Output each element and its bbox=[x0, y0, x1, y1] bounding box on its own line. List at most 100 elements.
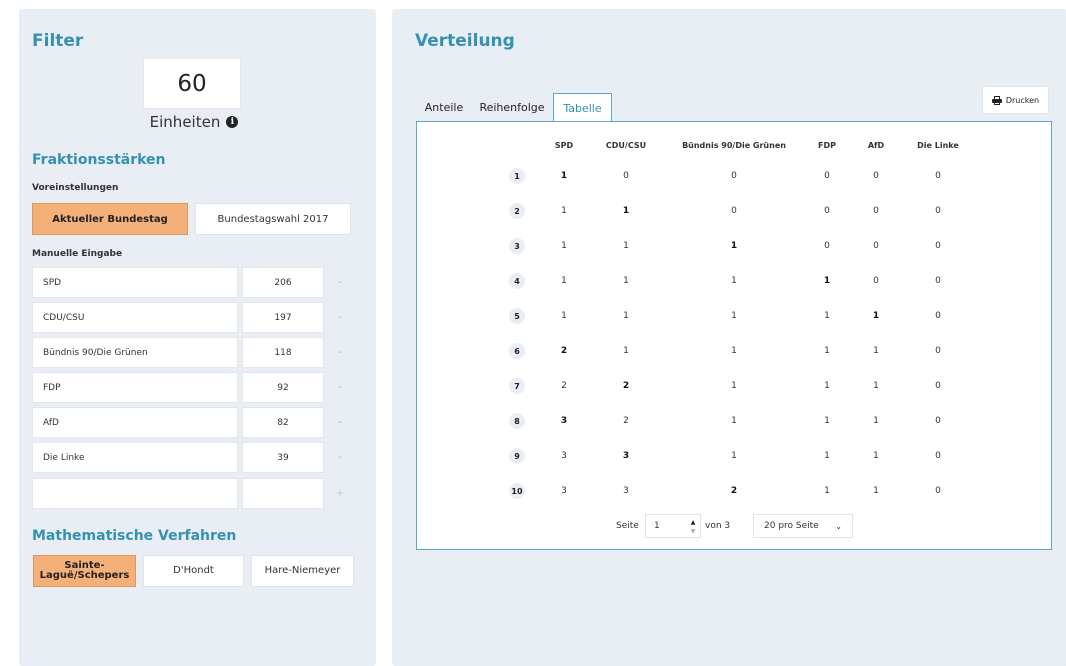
party-seats-input[interactable]: 92 bbox=[242, 372, 324, 403]
new-party-seats-input[interactable] bbox=[242, 478, 324, 509]
table-cell: 1 bbox=[560, 171, 568, 181]
column-header: FDP bbox=[818, 141, 836, 150]
party-name-input[interactable]: CDU/CSU bbox=[32, 302, 238, 333]
table-cell: 0 bbox=[731, 206, 737, 216]
table-cell: 1 bbox=[824, 311, 830, 321]
filter-title: Filter bbox=[32, 31, 84, 51]
table-cell: 0 bbox=[824, 206, 830, 216]
party-name-input[interactable]: FDP bbox=[32, 372, 238, 403]
table-cell: 0 bbox=[873, 276, 879, 286]
print-label: Drucken bbox=[1005, 95, 1040, 105]
tab-anteile[interactable]: Anteile bbox=[420, 93, 468, 121]
table-cell: 1 bbox=[872, 311, 880, 321]
remove-party-button[interactable]: - bbox=[331, 302, 349, 333]
page-stepper[interactable]: ▲ ▼ bbox=[689, 518, 697, 536]
party-seats-input[interactable]: 118 bbox=[242, 337, 324, 368]
table-cell: 1 bbox=[622, 206, 630, 216]
table-cell: 1 bbox=[730, 241, 738, 251]
table-cell: 2 bbox=[623, 416, 629, 426]
printer-icon bbox=[991, 95, 1002, 105]
column-header: CDU/CSU bbox=[605, 141, 647, 150]
remove-party-button[interactable]: - bbox=[331, 267, 349, 298]
row-number-badge: 7 bbox=[509, 378, 525, 394]
row-number-badge: 3 bbox=[509, 238, 525, 254]
table-cell: 3 bbox=[622, 451, 630, 461]
remove-party-button[interactable]: - bbox=[331, 372, 349, 403]
caret-up-icon[interactable]: ▲ bbox=[689, 518, 697, 527]
table-cell: 1 bbox=[561, 311, 567, 321]
remove-party-button[interactable]: - bbox=[331, 442, 349, 473]
units-input[interactable]: 60 bbox=[143, 58, 241, 109]
remove-party-button[interactable]: - bbox=[331, 407, 349, 438]
fraktion-title: Fraktionsstärken bbox=[32, 152, 166, 168]
pagination: Seite 1 ▲ ▼ von 3 20 pro Seite ⌄ bbox=[417, 514, 1053, 540]
party-seats-input[interactable]: 82 bbox=[242, 407, 324, 438]
table-cell: 1 bbox=[623, 241, 629, 251]
seat-table: SPD CDU/CSU Bündnis 90/Die Grünen FDP Af… bbox=[416, 121, 1052, 550]
table-cell: 1 bbox=[731, 381, 737, 391]
caret-down-icon[interactable]: ▼ bbox=[689, 527, 697, 536]
remove-party-button[interactable]: - bbox=[331, 337, 349, 368]
filter-panel: Filter 60 Einheiten i Fraktionsstärken V… bbox=[19, 9, 376, 666]
page-number-input[interactable]: 1 ▲ ▼ bbox=[645, 514, 701, 538]
table-cell: 1 bbox=[873, 381, 879, 391]
preset-aktueller-bundestag-button[interactable]: Aktueller Bundestag bbox=[32, 203, 188, 235]
page-count-label: von 3 bbox=[705, 521, 731, 531]
table-cell: 1 bbox=[731, 276, 737, 286]
new-party-name-input[interactable] bbox=[32, 478, 238, 509]
method-dhondt-button[interactable]: D'Hondt bbox=[143, 555, 244, 587]
method-hare-niemeyer-button[interactable]: Hare-Niemeyer bbox=[251, 555, 354, 587]
units-label-row: Einheiten i bbox=[119, 113, 269, 131]
table-cell: 0 bbox=[873, 171, 879, 181]
table-cell: 0 bbox=[873, 206, 879, 216]
party-name-input[interactable]: Bündnis 90/Die Grünen bbox=[32, 337, 238, 368]
table-cell: 3 bbox=[623, 486, 629, 496]
party-seats-input[interactable]: 197 bbox=[242, 302, 324, 333]
page-size-select[interactable]: 20 pro Seite ⌄ bbox=[753, 514, 853, 538]
tab-tabelle[interactable]: Tabelle bbox=[553, 93, 612, 122]
table-cell: 1 bbox=[561, 206, 567, 216]
party-name-input[interactable]: SPD bbox=[32, 267, 238, 298]
method-title: Mathematische Verfahren bbox=[32, 528, 237, 544]
table-cell: 1 bbox=[873, 416, 879, 426]
distribution-title: Verteilung bbox=[415, 31, 515, 51]
units-label: Einheiten bbox=[149, 113, 221, 131]
distribution-panel: Verteilung Anteile Reihenfolge Tabelle D… bbox=[392, 9, 1066, 666]
table-cell: 0 bbox=[824, 171, 830, 181]
table-cell: 1 bbox=[824, 451, 830, 461]
table-cell: 1 bbox=[824, 416, 830, 426]
add-party-button[interactable]: + bbox=[331, 478, 349, 509]
row-number-badge: 2 bbox=[509, 203, 525, 219]
preset-bundestagswahl-2017-button[interactable]: Bundestagswahl 2017 bbox=[195, 203, 351, 235]
info-icon[interactable]: i bbox=[226, 116, 239, 128]
row-number-badge: 6 bbox=[509, 343, 525, 359]
table-cell: 2 bbox=[560, 346, 568, 356]
app: Filter 60 Einheiten i Fraktionsstärken V… bbox=[0, 0, 1066, 666]
table-cell: 0 bbox=[935, 171, 941, 181]
table-cell: 1 bbox=[623, 346, 629, 356]
table-cell: 0 bbox=[623, 171, 629, 181]
print-button[interactable]: Drucken bbox=[982, 86, 1049, 114]
party-name-input[interactable]: AfD bbox=[32, 407, 238, 438]
table-cell: 1 bbox=[731, 451, 737, 461]
table-cell: 0 bbox=[935, 381, 941, 391]
method-sainte-lague-button[interactable]: Sainte-Laguë/Schepers bbox=[33, 555, 136, 587]
table-cell: 1 bbox=[873, 451, 879, 461]
table-cell: 1 bbox=[731, 346, 737, 356]
table-cell: 2 bbox=[622, 381, 630, 391]
table-cell: 0 bbox=[935, 416, 941, 426]
table-cell: 0 bbox=[935, 346, 941, 356]
table-cell: 1 bbox=[731, 416, 737, 426]
party-name-input[interactable]: Die Linke bbox=[32, 442, 238, 473]
tab-reihenfolge[interactable]: Reihenfolge bbox=[476, 93, 548, 121]
row-number-badge: 8 bbox=[509, 413, 525, 429]
manual-label: Manuelle Eingabe bbox=[32, 249, 123, 259]
page-label: Seite bbox=[616, 521, 639, 531]
party-seats-input[interactable]: 39 bbox=[242, 442, 324, 473]
table-cell: 1 bbox=[623, 311, 629, 321]
row-number-badge: 9 bbox=[509, 448, 525, 464]
table-cell: 0 bbox=[935, 311, 941, 321]
row-number-badge: 5 bbox=[509, 308, 525, 324]
column-header: Bündnis 90/Die Grünen bbox=[682, 141, 786, 150]
party-seats-input[interactable]: 206 bbox=[242, 267, 324, 298]
